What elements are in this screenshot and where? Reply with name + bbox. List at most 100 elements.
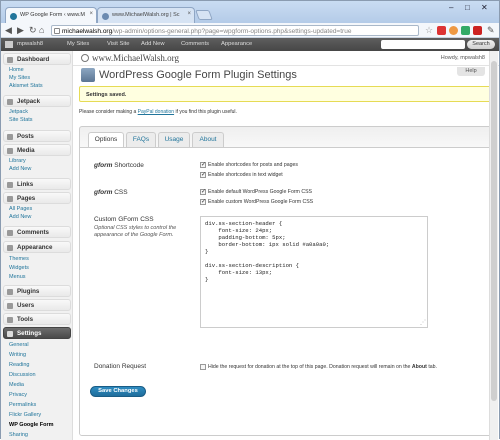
- settings-saved-notice: Settings saved.: [79, 86, 495, 102]
- sidebar-item-widgets[interactable]: Widgets: [9, 265, 29, 271]
- checkbox-checked[interactable]: [200, 172, 206, 178]
- dashboard-icon: [7, 57, 13, 63]
- resize-handle-icon[interactable]: ⋰: [420, 319, 426, 326]
- sidebar-item-sharing[interactable]: Sharing: [9, 432, 28, 438]
- checkbox-checked[interactable]: [200, 162, 206, 168]
- browser-tab-active[interactable]: WP Google Form ‹ www.M ×: [5, 7, 97, 23]
- adminbar-add-new[interactable]: Add New: [141, 41, 165, 47]
- scrollbar-thumb[interactable]: [491, 61, 497, 401]
- site-name[interactable]: www.MichaelWalsh.org: [81, 53, 179, 63]
- menu-pages[interactable]: Pages: [3, 192, 71, 204]
- search-button[interactable]: Search: [467, 40, 495, 49]
- sidebar-item-themes[interactable]: Themes: [9, 256, 29, 262]
- window-close-icon[interactable]: ✕: [481, 3, 488, 15]
- navigation-bar: ◀ ▶ ↻ ⌂ michaelwalsh.org/wp-admin/option…: [1, 23, 499, 38]
- menu-label: Pages: [17, 195, 36, 202]
- close-icon[interactable]: ×: [187, 11, 191, 17]
- shortcode-posts-checkbox[interactable]: Enable shortcodes for posts and pages: [200, 162, 298, 168]
- menu-jetpack[interactable]: Jetpack: [3, 95, 71, 107]
- sidebar-item-reading[interactable]: Reading: [9, 362, 30, 368]
- menu-posts[interactable]: Posts: [3, 130, 71, 142]
- sidebar-item-general[interactable]: General: [9, 342, 29, 348]
- tab-about[interactable]: About: [192, 132, 224, 147]
- donation-request: Please consider making a PayPal donation…: [79, 109, 237, 115]
- sidebar-item-media[interactable]: Media: [9, 382, 24, 388]
- sidebar-item-site-stats[interactable]: Site Stats: [9, 117, 33, 123]
- adminbar-appearance[interactable]: Appearance: [221, 41, 252, 47]
- save-changes-button[interactable]: Save Changes: [90, 386, 146, 397]
- gform-emphasis: gform: [94, 162, 113, 169]
- tab-options[interactable]: Options: [88, 132, 124, 148]
- checkbox-checked[interactable]: [200, 199, 206, 205]
- page-icon: [54, 28, 60, 34]
- users-icon: [7, 303, 13, 309]
- sidebar-item-privacy[interactable]: Privacy: [9, 392, 27, 398]
- default-css-checkbox[interactable]: Enable default WordPress Google Form CSS: [200, 189, 312, 195]
- adminbar-my-sites[interactable]: My Sites: [67, 41, 89, 47]
- sidebar-item-library[interactable]: Library: [9, 158, 26, 164]
- shortcode-label-text: Shortcode: [112, 162, 144, 169]
- browser-tab[interactable]: www.MichaelWalsh.org | Sc ×: [97, 7, 195, 23]
- menu-settings[interactable]: Settings: [3, 327, 71, 339]
- sidebar-item-my-sites[interactable]: My Sites: [9, 75, 30, 81]
- forward-icon[interactable]: ▶: [17, 25, 24, 35]
- new-tab-button[interactable]: [195, 10, 213, 20]
- star-icon[interactable]: ☆: [425, 25, 433, 35]
- custom-css-textarea[interactable]: div.ss-section-header { font-size: 24px;…: [200, 216, 428, 328]
- tools-icon: [7, 317, 13, 323]
- page-scrollbar[interactable]: [489, 51, 498, 440]
- search-input[interactable]: [381, 40, 465, 49]
- tab-faqs[interactable]: FAQs: [126, 132, 156, 147]
- paypal-donation-link[interactable]: PayPal donation: [138, 109, 174, 115]
- maximize-icon[interactable]: □: [465, 3, 470, 15]
- custom-css-checkbox[interactable]: Enable custom WordPress Google Form CSS: [200, 199, 313, 205]
- extension-icon[interactable]: [461, 26, 470, 35]
- back-icon[interactable]: ◀: [5, 25, 12, 35]
- sidebar-item-wp-google-form[interactable]: WP Google Form: [9, 422, 54, 428]
- extension-icon[interactable]: [473, 26, 482, 35]
- reload-icon[interactable]: ↻: [29, 25, 37, 35]
- help-button[interactable]: Help: [457, 67, 485, 76]
- sidebar-item-menus[interactable]: Menus: [9, 274, 26, 280]
- sidebar-item-flickr-gallery[interactable]: Flickr Gallery: [9, 412, 41, 418]
- home-icon[interactable]: ⌂: [39, 25, 44, 35]
- sidebar-item-pages-add-new[interactable]: Add New: [9, 214, 31, 220]
- sidebar-item-jetpack[interactable]: Jetpack: [9, 109, 28, 115]
- menu-users[interactable]: Users: [3, 299, 71, 311]
- sidebar-item-permalinks[interactable]: Permalinks: [9, 402, 36, 408]
- menu-plugins[interactable]: Plugins: [3, 285, 71, 297]
- extension-icon[interactable]: [437, 26, 446, 35]
- sidebar-item-discussion[interactable]: Discussion: [9, 372, 36, 378]
- extension-icon[interactable]: [449, 26, 458, 35]
- menu-appearance[interactable]: Appearance: [3, 241, 71, 253]
- sidebar-item-home[interactable]: Home: [9, 67, 24, 73]
- adminbar-comments[interactable]: Comments: [181, 41, 209, 47]
- menu-dashboard[interactable]: Dashboard: [3, 53, 71, 65]
- css-label-text: CSS: [112, 189, 128, 196]
- howdy-user[interactable]: Howdy, mpwalsh8: [441, 55, 485, 61]
- shortcode-widget-checkbox[interactable]: Enable shortcodes in text widget: [200, 172, 283, 178]
- menu-tools[interactable]: Tools: [3, 313, 71, 325]
- menu-comments[interactable]: Comments: [3, 226, 71, 238]
- menu-media[interactable]: Media: [3, 144, 71, 156]
- settings-panel: Options FAQs Usage About gform Shortcode…: [79, 126, 495, 436]
- adminbar-visit-site[interactable]: Visit Site: [107, 41, 129, 47]
- css-label: gform CSS: [94, 189, 128, 196]
- sidebar-item-writing[interactable]: Writing: [9, 352, 26, 358]
- checkbox-label: Enable default WordPress Google Form CSS: [208, 189, 312, 195]
- jetpack-icon: [7, 99, 13, 105]
- sidebar-item-akismet-stats[interactable]: Akismet Stats: [9, 83, 43, 89]
- close-icon[interactable]: ×: [89, 11, 93, 17]
- wrench-icon[interactable]: ✎: [487, 25, 495, 35]
- tab-usage[interactable]: Usage: [158, 132, 190, 147]
- adminbar-user[interactable]: mpwalsh8: [17, 41, 43, 47]
- minimize-icon[interactable]: –: [449, 3, 453, 15]
- address-bar[interactable]: michaelwalsh.org/wp-admin/options-genera…: [51, 25, 419, 36]
- checkbox-checked[interactable]: [200, 189, 206, 195]
- sidebar-item-all-pages[interactable]: All Pages: [9, 206, 32, 212]
- sidebar-item-media-add-new[interactable]: Add New: [9, 166, 31, 172]
- avatar[interactable]: [5, 41, 13, 48]
- menu-links[interactable]: Links: [3, 178, 71, 190]
- hide-donation-checkbox[interactable]: Hide the request for donation at the top…: [200, 364, 437, 370]
- checkbox-unchecked[interactable]: [200, 364, 206, 370]
